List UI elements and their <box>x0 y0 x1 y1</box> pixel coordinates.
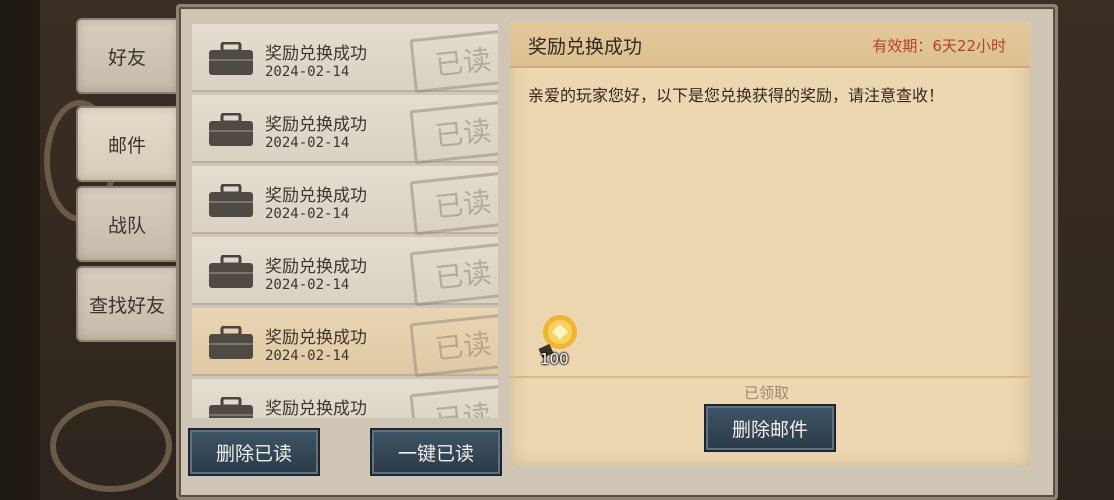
mail-title: 奖励兑换成功 <box>265 399 367 418</box>
mail-date: 2024-02-14 <box>265 64 350 80</box>
mail-date: 2024-02-14 <box>265 206 350 222</box>
briefcase-icon <box>209 326 253 359</box>
tab-find-friends[interactable]: 查找好友 <box>76 266 176 342</box>
tab-label: 查找好友 <box>88 294 165 317</box>
mail-title: 奖励兑换成功 <box>265 115 367 135</box>
mail-title: 奖励兑换成功 <box>265 257 367 277</box>
tab-label: 好友 <box>107 46 146 69</box>
mail-list[interactable]: 奖励兑换成功 2024-02-14 已读 奖励兑换成功 2024-02-14 已… <box>192 24 498 418</box>
button-label: 一键已读 <box>397 442 474 465</box>
mail-title: 奖励兑换成功 <box>265 44 367 64</box>
mail-item-selected[interactable]: 奖励兑换成功 2024-02-14 已读 <box>192 308 498 378</box>
detail-header: 奖励兑换成功 有效期：6天22小时 <box>510 22 1030 68</box>
mail-item[interactable]: 奖励兑换成功 2024-02-14 已读 <box>192 237 498 307</box>
mail-date: 2024-02-14 <box>265 277 350 293</box>
mail-item[interactable]: 奖励兑换成功 2024-02-14 已读 <box>192 166 498 236</box>
briefcase-icon <box>209 397 253 418</box>
button-label: 删除邮件 <box>731 418 808 441</box>
tab-label: 邮件 <box>107 134 146 157</box>
briefcase-icon <box>209 42 253 75</box>
read-stamp: 已读 <box>409 383 498 418</box>
briefcase-icon <box>209 255 253 288</box>
detail-title: 奖励兑换成功 <box>528 36 643 58</box>
expiry-text: 有效期：6天22小时 <box>872 37 1006 55</box>
mail-title: 奖励兑换成功 <box>265 186 367 206</box>
mail-title: 奖励兑换成功 <box>265 328 367 348</box>
briefcase-icon <box>209 113 253 146</box>
claimed-label: 已领取 <box>744 384 790 402</box>
mail-date: 2024-02-14 <box>265 348 350 364</box>
mail-item[interactable]: 奖励兑换成功 2024-02-14 已读 <box>192 379 498 418</box>
reward-count: 100 <box>540 350 569 368</box>
rope-decoration <box>50 400 172 492</box>
tab-friends[interactable]: 好友 <box>76 18 176 94</box>
read-stamp: 已读 <box>409 99 498 165</box>
mail-detail: 奖励兑换成功 有效期：6天22小时 亲爱的玩家您好，以下是您兑换获得的奖励，请注… <box>510 22 1030 466</box>
button-label: 删除已读 <box>215 442 292 465</box>
delete-read-button[interactable]: 删除已读 <box>188 428 320 476</box>
tab-team[interactable]: 战队 <box>76 186 176 262</box>
divider <box>510 376 1030 378</box>
mail-item[interactable]: 奖励兑换成功 2024-02-14 已读 <box>192 95 498 165</box>
read-stamp: 已读 <box>409 170 498 236</box>
read-stamp: 已读 <box>409 28 498 94</box>
read-stamp: 已读 <box>409 312 498 378</box>
tab-label: 战队 <box>107 214 146 237</box>
gold-clue-coin-icon[interactable] <box>538 314 582 378</box>
mail-date: 2024-02-14 <box>265 135 350 151</box>
briefcase-icon <box>209 184 253 217</box>
mail-item[interactable]: 奖励兑换成功 2024-02-14 已读 <box>192 24 498 94</box>
delete-mail-button[interactable]: 删除邮件 <box>704 404 836 452</box>
mail-body: 亲爱的玩家您好，以下是您兑换获得的奖励，请注意查收！ <box>528 86 945 105</box>
read-all-button[interactable]: 一键已读 <box>370 428 502 476</box>
read-stamp: 已读 <box>409 241 498 307</box>
tab-mail[interactable]: 邮件 <box>76 106 176 182</box>
